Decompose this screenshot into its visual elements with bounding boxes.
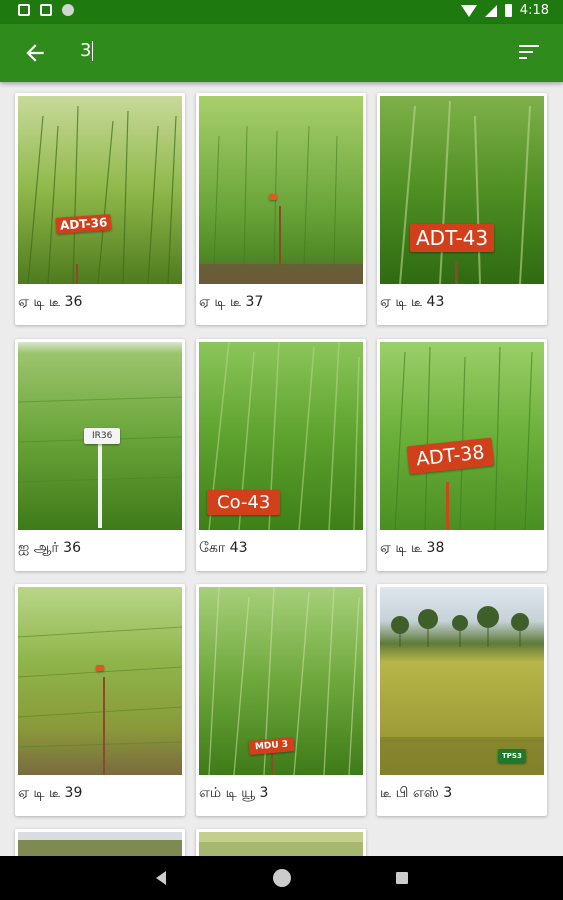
variety-photo: Co-43 (199, 342, 363, 530)
variety-card[interactable]: ADT-43 ஏ டி டீ 43 (377, 93, 547, 325)
sort-icon[interactable] (519, 44, 539, 60)
status-bar: 4:18 (0, 0, 563, 24)
variety-card[interactable]: ஏ டி டீ 39 (15, 584, 185, 816)
variety-photo: ADT-36 (18, 96, 182, 284)
variety-photo (199, 96, 363, 284)
variety-card[interactable]: Co-43 கோ 43 (196, 339, 366, 571)
app-toolbar: 3 (0, 24, 563, 82)
notification-icon (18, 4, 30, 16)
wifi-icon (460, 4, 477, 17)
variety-name: கோ 43 (199, 540, 248, 556)
battery-icon (504, 4, 512, 17)
nav-back-icon[interactable] (156, 871, 166, 885)
variety-sign: TPS3 (498, 749, 526, 763)
variety-card-partial[interactable] (15, 829, 185, 856)
variety-photo: IR36 (18, 342, 182, 530)
record-icon (62, 4, 74, 16)
variety-photo: MDU 3 (199, 587, 363, 775)
variety-name: ஏ டி டீ 39 (18, 785, 83, 801)
variety-photo: ADT-43 (380, 96, 544, 284)
variety-photo (18, 832, 182, 856)
variety-sign (269, 194, 277, 200)
variety-sign: ADT-43 (410, 224, 495, 252)
variety-photo (18, 587, 182, 775)
variety-name: டீ பி எஸ் 3 (380, 785, 453, 801)
variety-grid: ADT-36 ஏ டி டீ 36 ஏ டி டீ 37 ADT-43 ஏ டி… (0, 82, 563, 856)
variety-card-partial[interactable] (196, 829, 366, 856)
status-time: 4:18 (519, 3, 549, 18)
variety-name: எம் டி யூ 3 (199, 785, 269, 801)
sd-card-icon (40, 4, 52, 16)
variety-card[interactable]: IR36 ஐ ஆர் 36 (15, 339, 185, 571)
variety-photo (199, 832, 363, 856)
arrow-back-icon[interactable] (22, 40, 48, 66)
nav-recents-icon[interactable] (396, 872, 408, 884)
variety-card[interactable]: ஏ டி டீ 37 (196, 93, 366, 325)
variety-card[interactable]: TPS3 டீ பி எஸ் 3 (377, 584, 547, 816)
variety-name: ஏ டி டீ 38 (380, 540, 445, 556)
variety-sign: Co-43 (207, 490, 281, 515)
variety-name: ஏ டி டீ 43 (380, 294, 445, 310)
variety-name: ஐ ஆர் 36 (18, 540, 81, 556)
signal-icon (484, 4, 497, 17)
variety-sign (96, 665, 104, 671)
variety-photo: TPS3 (380, 587, 544, 775)
nav-home-icon[interactable] (273, 869, 291, 887)
variety-name: ஏ டி டீ 36 (18, 294, 83, 310)
variety-name: ஏ டி டீ 37 (199, 294, 264, 310)
variety-sign: IR36 (84, 428, 121, 444)
search-input-value: 3 (80, 40, 92, 61)
variety-card[interactable]: ADT-38 ஏ டி டீ 38 (377, 339, 547, 571)
search-input[interactable]: 3 (80, 40, 94, 61)
variety-photo: ADT-38 (380, 342, 544, 530)
variety-card[interactable]: ADT-36 ஏ டி டீ 36 (15, 93, 185, 325)
variety-card[interactable]: MDU 3 எம் டி யூ 3 (196, 584, 366, 816)
system-nav-bar (0, 856, 563, 900)
